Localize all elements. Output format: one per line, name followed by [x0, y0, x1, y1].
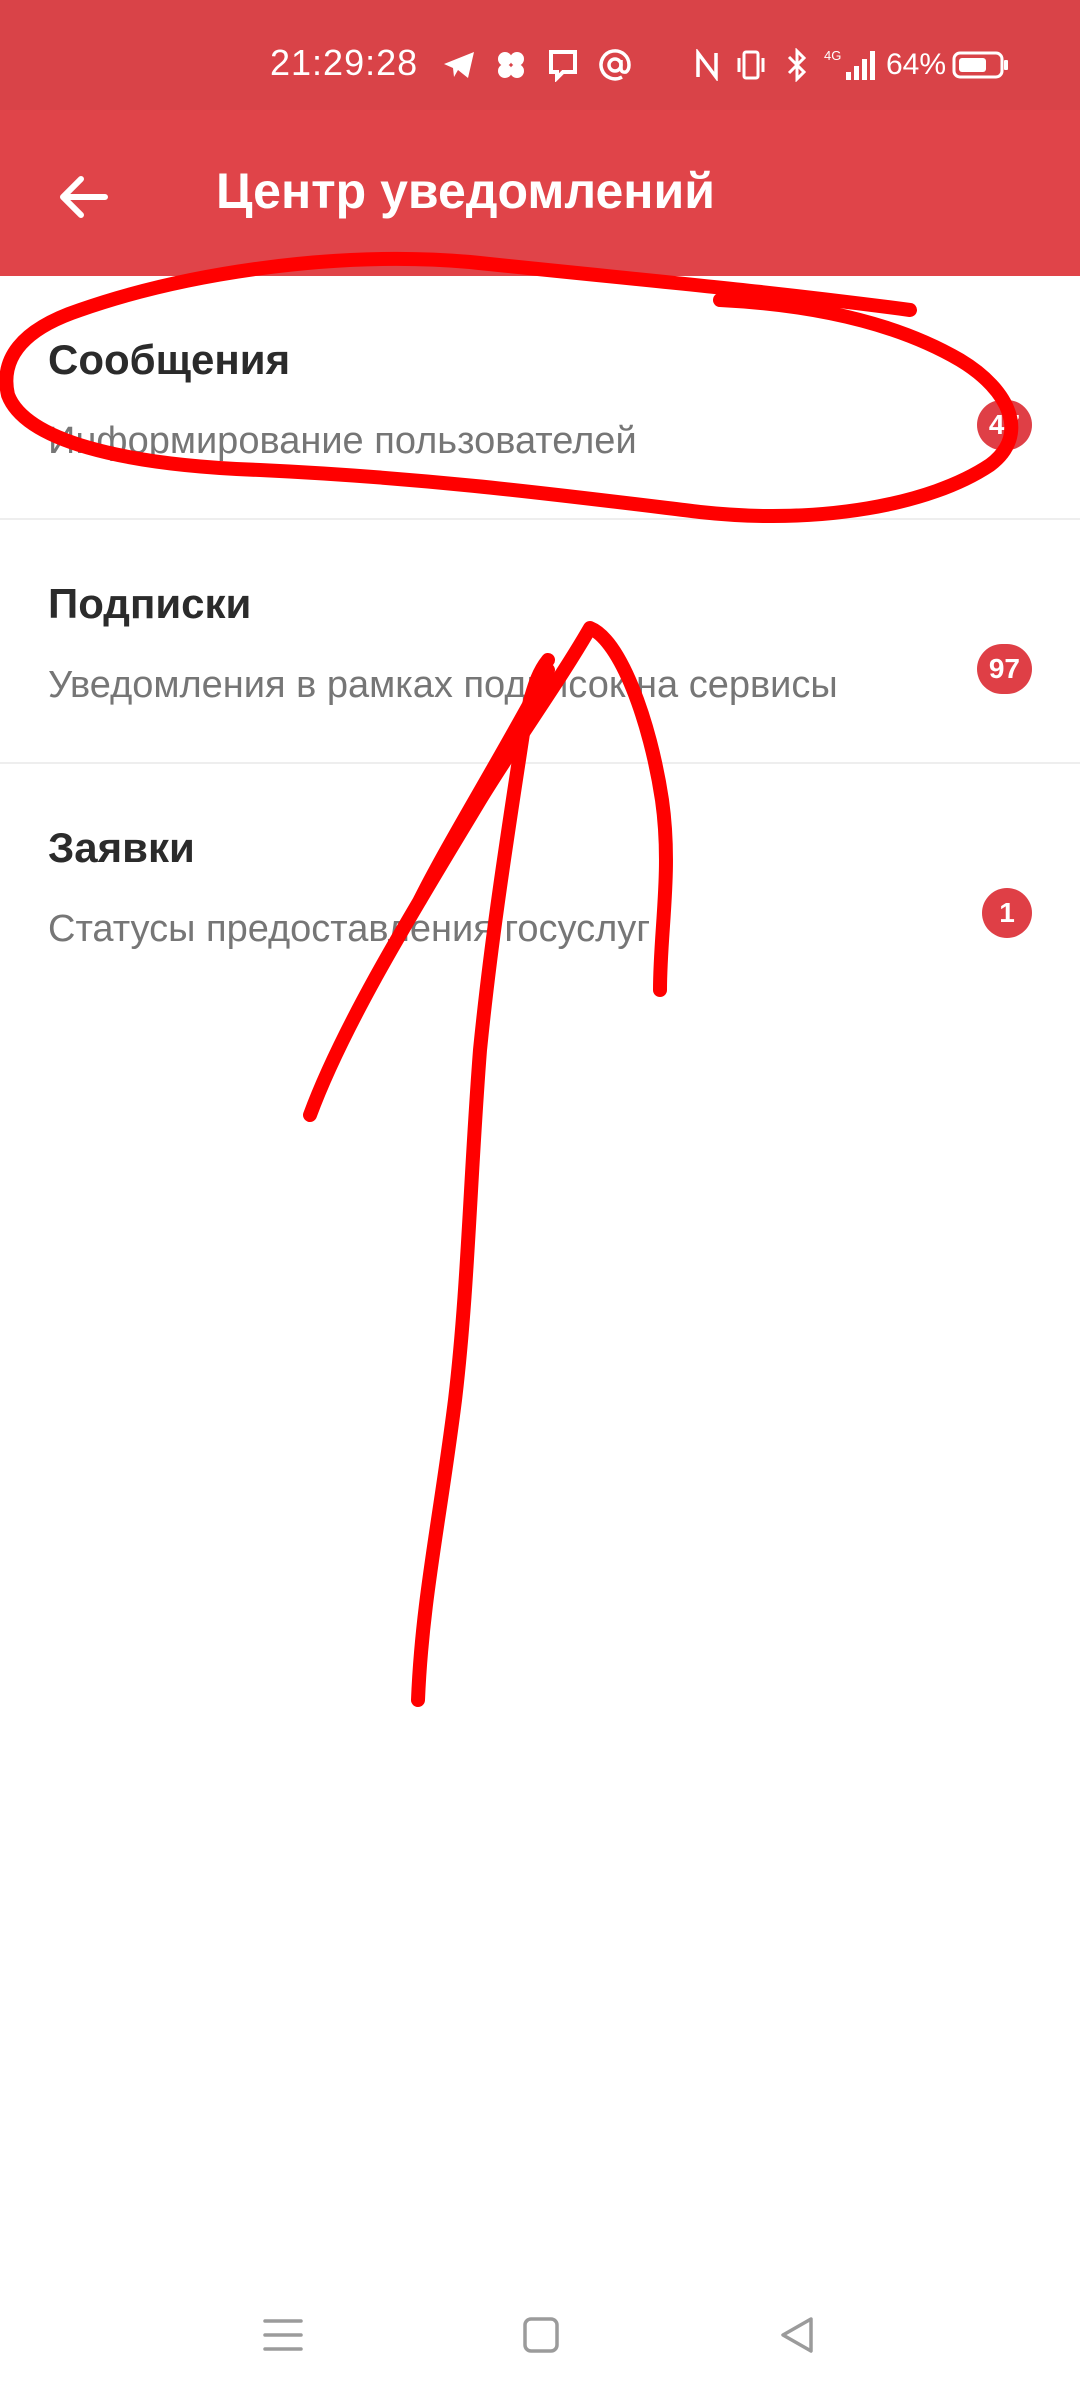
- arrow-left-icon: [60, 176, 108, 218]
- unread-count-badge: 97: [976, 644, 1032, 694]
- status-time: 21:29:28: [270, 42, 419, 83]
- list-item-subtitle: Статусы предоставления госуслуг: [48, 908, 651, 950]
- list-item-title: Заявки: [48, 824, 195, 871]
- list-item-title: Сообщения: [48, 336, 291, 383]
- screen: 21:29:28 4G 64% Центр уведомлений Сообще…: [0, 0, 1080, 2400]
- message-icon: [546, 48, 580, 82]
- menu-icon: [263, 2319, 303, 2351]
- signal-icon: 4G: [822, 48, 880, 82]
- battery-icon: [952, 48, 1010, 82]
- network-label: 4G: [824, 48, 841, 63]
- list-item-subscriptions[interactable]: Подписки Уведомления в рамках подписок н…: [0, 520, 1080, 764]
- unread-count-badge: 47: [976, 400, 1032, 450]
- status-bar: 21:29:28 4G 64%: [0, 0, 1080, 110]
- nfc-icon: [690, 48, 724, 82]
- home-icon: [523, 2317, 559, 2353]
- telegram-icon: [442, 48, 476, 82]
- vibrate-icon: [734, 48, 768, 82]
- back-triangle-icon: [781, 2317, 813, 2353]
- app-bar: Центр уведомлений: [0, 110, 1080, 276]
- list-item-title: Подписки: [48, 580, 252, 627]
- list-item-applications[interactable]: Заявки Статусы предоставления госуслуг 1: [0, 764, 1080, 1008]
- recent-apps-button[interactable]: [238, 2290, 328, 2380]
- list-item-subtitle: Уведомления в рамках подписок на сервисы: [48, 664, 838, 706]
- system-nav-bar: [0, 2270, 1080, 2400]
- notification-category-list: Сообщения Информирование пользователей 4…: [0, 276, 1080, 1008]
- back-button[interactable]: [40, 154, 126, 240]
- app-cluster-icon: [494, 48, 528, 82]
- at-icon: [598, 48, 632, 82]
- unread-count-badge: 1: [982, 888, 1032, 938]
- battery-percent: 64%: [886, 48, 947, 81]
- page-title: Центр уведомлений: [216, 163, 715, 219]
- list-item-messages[interactable]: Сообщения Информирование пользователей 4…: [0, 276, 1080, 520]
- list-item-subtitle: Информирование пользователей: [48, 420, 637, 462]
- home-button[interactable]: [496, 2290, 586, 2380]
- bluetooth-icon: [780, 48, 814, 82]
- system-back-button[interactable]: [752, 2290, 842, 2380]
